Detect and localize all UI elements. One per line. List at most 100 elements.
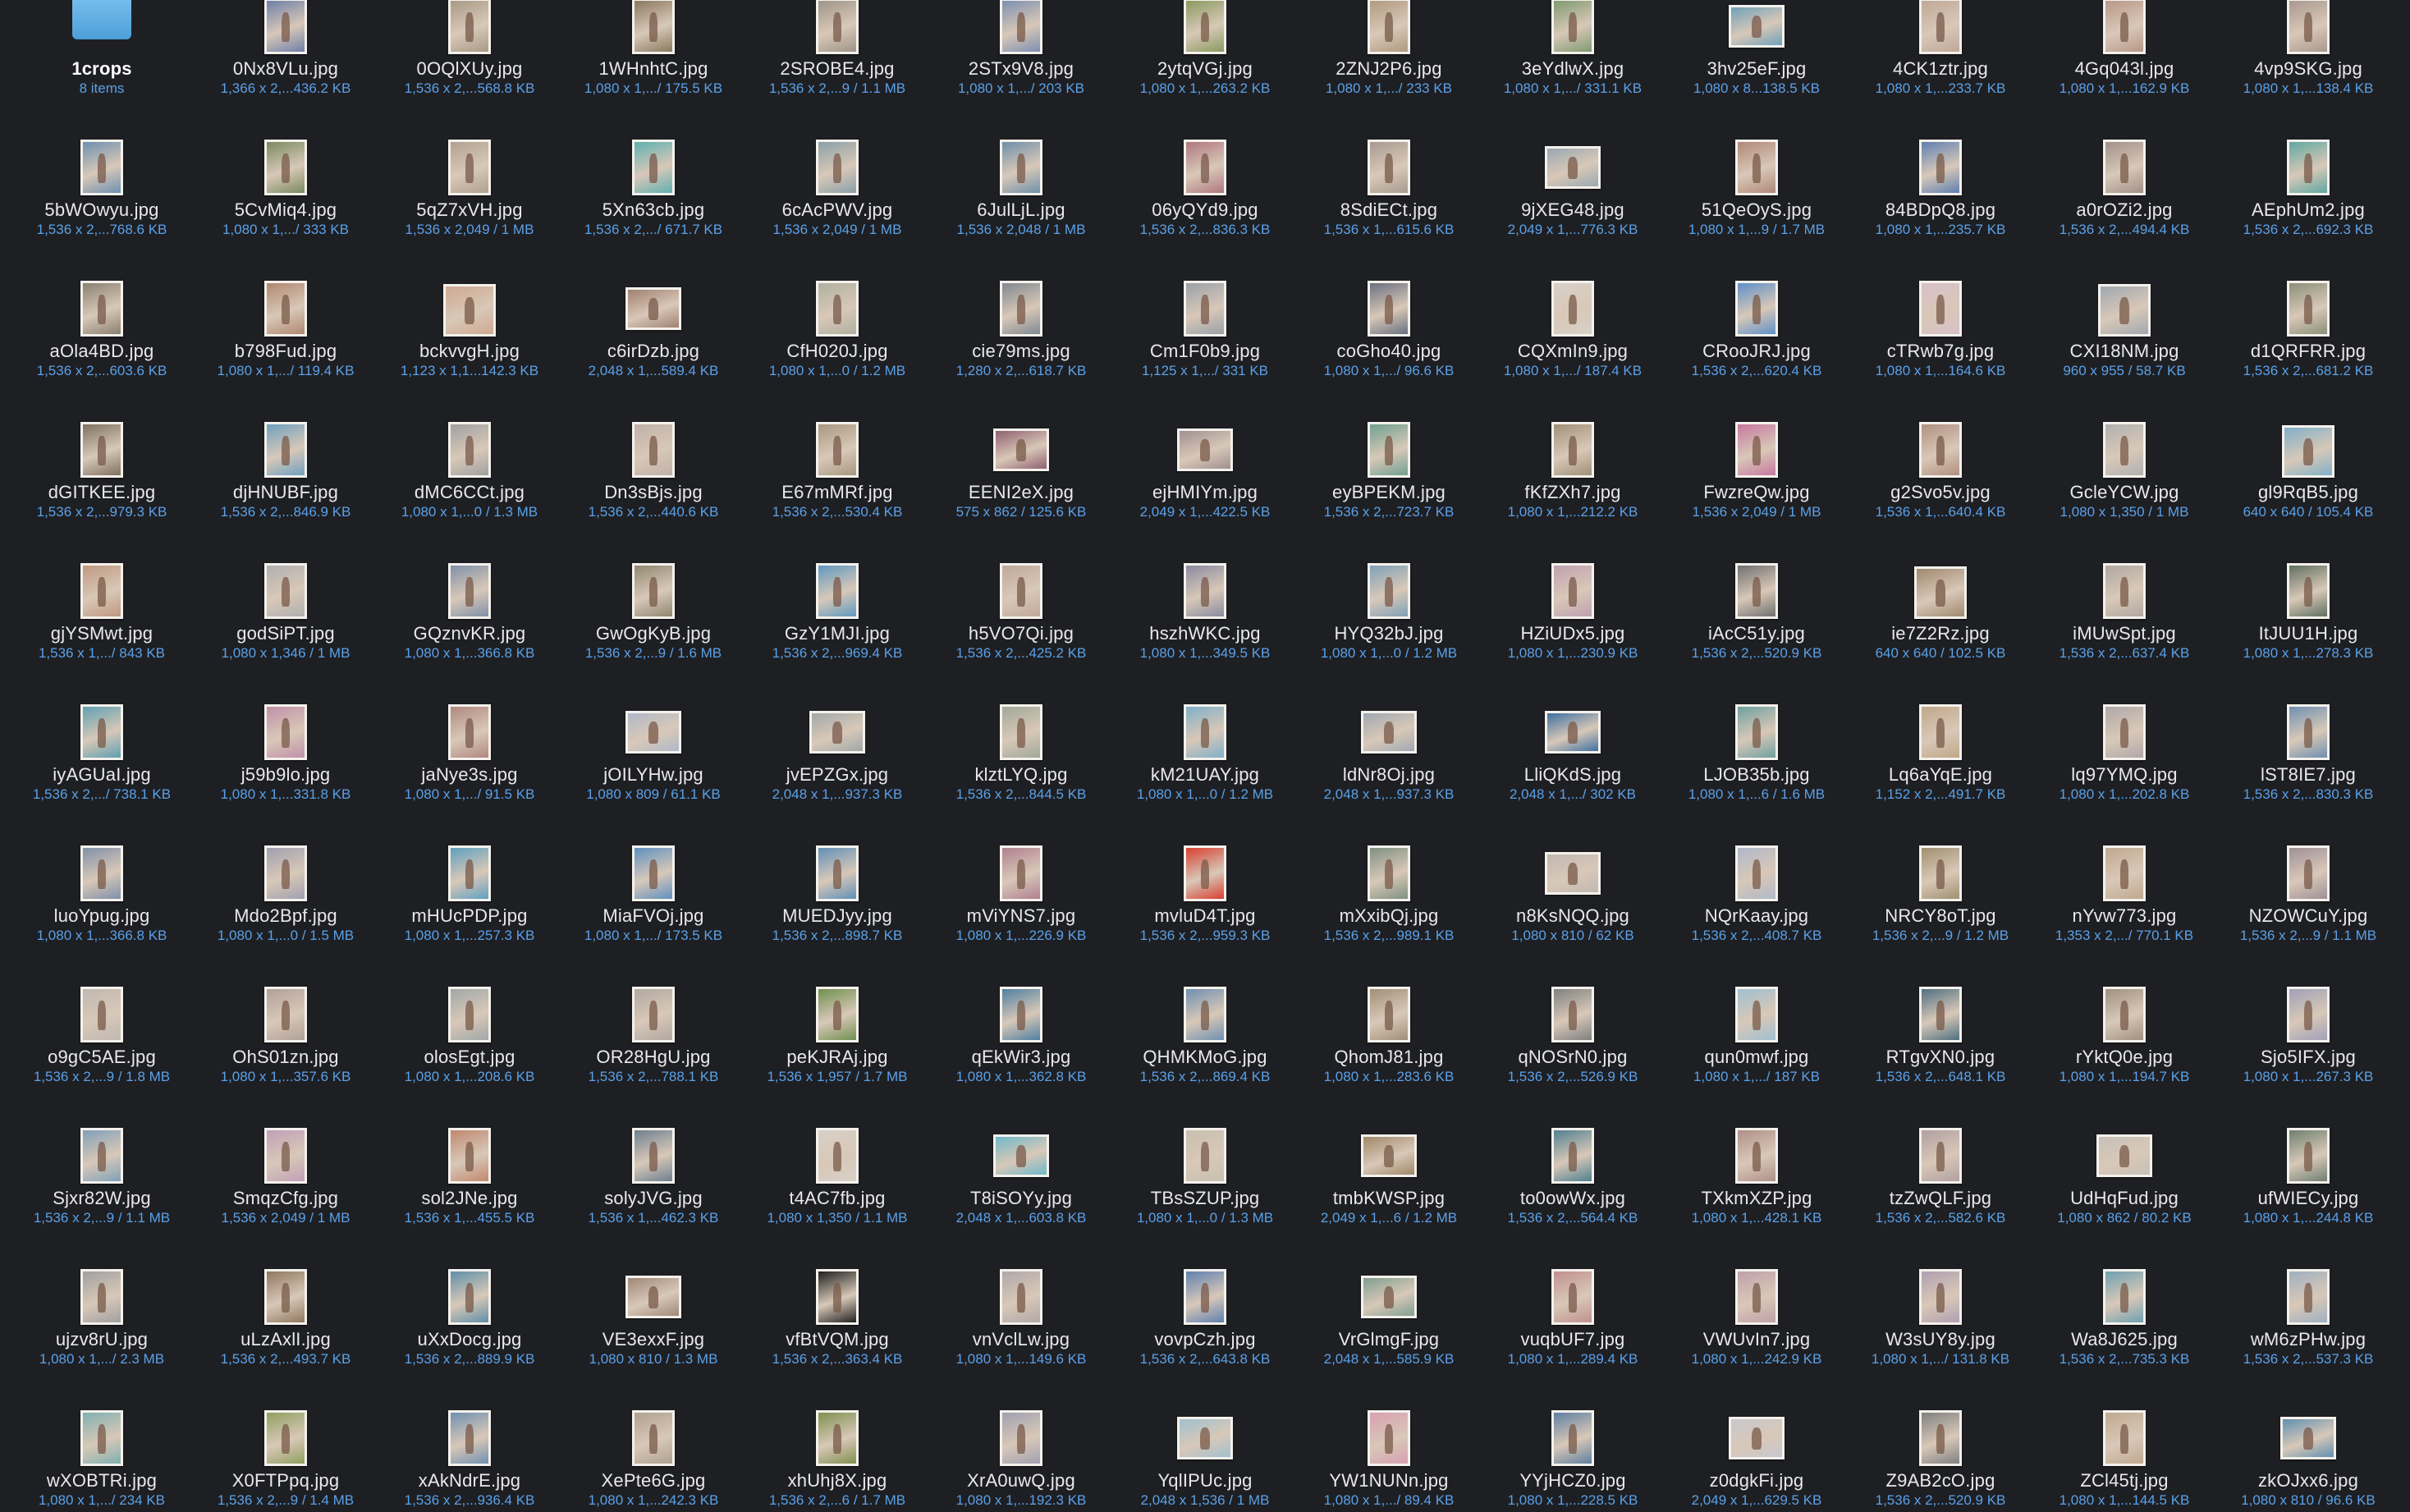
file-item[interactable]: NRCY8oT.jpg 1,536 x 2,...9 / 1.2 MB (1849, 806, 2032, 947)
file-item[interactable]: YqlIPUc.jpg 2,048 x 1,536 / 1 MB (1113, 1371, 1297, 1512)
file-item[interactable]: RTgvXN0.jpg 1,536 x 2,...648.1 KB (1849, 947, 2032, 1088)
file-item[interactable]: Wa8J625.jpg 1,536 x 2,...735.3 KB (2032, 1230, 2216, 1371)
file-item[interactable]: mvluD4T.jpg 1,536 x 2,...959.3 KB (1113, 806, 1297, 947)
file-item[interactable]: tzZwQLF.jpg 1,536 x 2,...582.6 KB (1849, 1088, 2032, 1230)
file-item[interactable]: OR28HgU.jpg 1,536 x 2,...788.1 KB (561, 947, 745, 1088)
file-item[interactable]: nYvw773.jpg 1,353 x 2,.../ 770.1 KB (2032, 806, 2216, 947)
file-item[interactable]: gl9RqB5.jpg 640 x 640 / 105.4 KB (2216, 383, 2400, 524)
file-item[interactable]: QhomJ81.jpg 1,080 x 1,...283.6 KB (1297, 947, 1481, 1088)
file-item[interactable]: VWUvIn7.jpg 1,080 x 1,...242.9 KB (1665, 1230, 1849, 1371)
file-item[interactable]: vovpCzh.jpg 1,536 x 2,...643.8 KB (1113, 1230, 1297, 1371)
file-item[interactable]: TXkmXZP.jpg 1,080 x 1,...428.1 KB (1665, 1088, 1849, 1230)
file-item[interactable]: MUEDJyy.jpg 1,536 x 2,...898.7 KB (745, 806, 929, 947)
file-item[interactable]: klztLYQ.jpg 1,536 x 2,...844.5 KB (929, 665, 1113, 806)
file-item[interactable]: VE3exxF.jpg 1,080 x 810 / 1.3 MB (561, 1230, 745, 1371)
file-item[interactable]: coGho40.jpg 1,080 x 1,.../ 96.6 KB (1297, 241, 1481, 383)
file-item[interactable]: djHNUBF.jpg 1,536 x 2,...846.9 KB (194, 383, 378, 524)
file-item[interactable]: CQXmIn9.jpg 1,080 x 1,.../ 187.4 KB (1481, 241, 1665, 383)
file-item[interactable]: z0dgkFi.jpg 2,049 x 1,...629.5 KB (1665, 1371, 1849, 1512)
file-item[interactable]: bckvvgH.jpg 1,123 x 1,1...142.3 KB (378, 241, 561, 383)
file-item[interactable]: 4vp9SKG.jpg 1,080 x 1,...138.4 KB (2216, 0, 2400, 100)
file-item[interactable]: olosEgt.jpg 1,080 x 1,...208.6 KB (378, 947, 561, 1088)
file-item[interactable]: HZiUDx5.jpg 1,080 x 1,...230.9 KB (1481, 524, 1665, 665)
file-item[interactable]: NQrKaay.jpg 1,536 x 2,...408.7 KB (1665, 806, 1849, 947)
file-item[interactable]: YYjHCZ0.jpg 1,080 x 1,...228.5 KB (1481, 1371, 1665, 1512)
file-item[interactable]: xhUhj8X.jpg 1,536 x 2,...6 / 1.7 MB (745, 1371, 929, 1512)
file-item[interactable]: jOILYHw.jpg 1,080 x 809 / 61.1 KB (561, 665, 745, 806)
file-item[interactable]: 84BDpQ8.jpg 1,080 x 1,...235.7 KB (1849, 100, 2032, 241)
file-item[interactable]: 5CvMiq4.jpg 1,080 x 1,.../ 333 KB (194, 100, 378, 241)
folder-item-1crops[interactable]: 1crops 8 items (10, 0, 194, 100)
file-item[interactable]: mViYNS7.jpg 1,080 x 1,...226.9 KB (929, 806, 1113, 947)
file-item[interactable]: dMC6CCt.jpg 1,080 x 1,...0 / 1.3 MB (378, 383, 561, 524)
file-item[interactable]: AEphUm2.jpg 1,536 x 2,...692.3 KB (2216, 100, 2400, 241)
file-item[interactable]: W3sUY8y.jpg 1,080 x 1,.../ 131.8 KB (1849, 1230, 2032, 1371)
file-item[interactable]: Z9AB2cO.jpg 1,536 x 2,...520.9 KB (1849, 1371, 2032, 1512)
file-item[interactable]: 06yQYd9.jpg 1,536 x 2,...836.3 KB (1113, 100, 1297, 241)
file-item[interactable]: 3eYdlwX.jpg 1,080 x 1,.../ 331.1 KB (1481, 0, 1665, 100)
file-item[interactable]: LliQKdS.jpg 2,048 x 1,.../ 302 KB (1481, 665, 1665, 806)
file-item[interactable]: CfH020J.jpg 1,080 x 1,...0 / 1.2 MB (745, 241, 929, 383)
file-item[interactable]: 2STx9V8.jpg 1,080 x 1,.../ 203 KB (929, 0, 1113, 100)
file-item[interactable]: godSiPT.jpg 1,080 x 1,346 / 1 MB (194, 524, 378, 665)
file-item[interactable]: solyJVG.jpg 1,536 x 1,...462.3 KB (561, 1088, 745, 1230)
file-item[interactable]: VrGlmgF.jpg 2,048 x 1,...585.9 KB (1297, 1230, 1481, 1371)
file-item[interactable]: OhS01zn.jpg 1,080 x 1,...357.6 KB (194, 947, 378, 1088)
file-item[interactable]: zkOJxx6.jpg 1,080 x 810 / 96.6 KB (2216, 1371, 2400, 1512)
file-item[interactable]: GwOgKyB.jpg 1,536 x 2,...9 / 1.6 MB (561, 524, 745, 665)
file-item[interactable]: 2ytqVGj.jpg 1,080 x 1,...263.2 KB (1113, 0, 1297, 100)
file-item[interactable]: ZCl45tj.jpg 1,080 x 1,...144.5 KB (2032, 1371, 2216, 1512)
file-item[interactable]: FwzreQw.jpg 1,536 x 2,049 / 1 MB (1665, 383, 1849, 524)
file-item[interactable]: cie79ms.jpg 1,280 x 2,...618.7 KB (929, 241, 1113, 383)
file-item[interactable]: sol2JNe.jpg 1,536 x 1,...455.5 KB (378, 1088, 561, 1230)
file-item[interactable]: iMUwSpt.jpg 1,536 x 2,...637.4 KB (2032, 524, 2216, 665)
file-item[interactable]: mHUcPDP.jpg 1,080 x 1,...257.3 KB (378, 806, 561, 947)
file-item[interactable]: YW1NUNn.jpg 1,080 x 1,.../ 89.4 KB (1297, 1371, 1481, 1512)
file-item[interactable]: b798Fud.jpg 1,080 x 1,.../ 119.4 KB (194, 241, 378, 383)
file-item[interactable]: CRooJRJ.jpg 1,536 x 2,...620.4 KB (1665, 241, 1849, 383)
file-item[interactable]: 51QeOyS.jpg 1,080 x 1,...9 / 1.7 MB (1665, 100, 1849, 241)
file-item[interactable]: mXxibQj.jpg 1,536 x 2,...989.1 KB (1297, 806, 1481, 947)
file-item[interactable]: 5Xn63cb.jpg 1,536 x 2,.../ 671.7 KB (561, 100, 745, 241)
file-item[interactable]: 6cAcPWV.jpg 1,536 x 2,049 / 1 MB (745, 100, 929, 241)
file-item[interactable]: Lq6aYqE.jpg 1,152 x 2,...491.7 KB (1849, 665, 2032, 806)
file-item[interactable]: g2Svo5v.jpg 1,536 x 1,...640.4 KB (1849, 383, 2032, 524)
file-item[interactable]: ie7Z2Rz.jpg 640 x 640 / 102.5 KB (1849, 524, 2032, 665)
file-item[interactable]: 6JulLjL.jpg 1,536 x 2,048 / 1 MB (929, 100, 1113, 241)
file-item[interactable]: ItJUU1H.jpg 1,080 x 1,...278.3 KB (2216, 524, 2400, 665)
file-item[interactable]: qNOSrN0.jpg 1,536 x 2,...526.9 KB (1481, 947, 1665, 1088)
file-item[interactable]: vnVclLw.jpg 1,080 x 1,...149.6 KB (929, 1230, 1113, 1371)
file-item[interactable]: GzY1MJI.jpg 1,536 x 2,...969.4 KB (745, 524, 929, 665)
file-item[interactable]: ufWIECy.jpg 1,080 x 1,...244.8 KB (2216, 1088, 2400, 1230)
file-item[interactable]: EENI2eX.jpg 575 x 862 / 125.6 KB (929, 383, 1113, 524)
file-item[interactable]: fKfZXh7.jpg 1,080 x 1,...212.2 KB (1481, 383, 1665, 524)
file-item[interactable]: 0OQlXUy.jpg 1,536 x 2,...568.8 KB (378, 0, 561, 100)
file-item[interactable]: MiaFVOj.jpg 1,080 x 1,.../ 173.5 KB (561, 806, 745, 947)
file-item[interactable]: 5qZ7xVH.jpg 1,536 x 2,049 / 1 MB (378, 100, 561, 241)
file-item[interactable]: xAkNdrE.jpg 1,536 x 2,...936.4 KB (378, 1371, 561, 1512)
file-item[interactable]: tmbKWSP.jpg 2,049 x 1,...6 / 1.2 MB (1297, 1088, 1481, 1230)
file-item[interactable]: 4Gq043l.jpg 1,080 x 1,...162.9 KB (2032, 0, 2216, 100)
file-item[interactable]: GQznvKR.jpg 1,080 x 1,...366.8 KB (378, 524, 561, 665)
file-item[interactable]: TBsSZUP.jpg 1,080 x 1,...0 / 1.3 MB (1113, 1088, 1297, 1230)
file-item[interactable]: qEkWir3.jpg 1,080 x 1,...362.8 KB (929, 947, 1113, 1088)
file-item[interactable]: wXOBTRi.jpg 1,080 x 1,.../ 234 KB (10, 1371, 194, 1512)
file-item[interactable]: n8KsNQQ.jpg 1,080 x 810 / 62 KB (1481, 806, 1665, 947)
file-item[interactable]: 2SROBE4.jpg 1,536 x 2,...9 / 1.1 MB (745, 0, 929, 100)
file-item[interactable]: 5bWOwyu.jpg 1,536 x 2,...768.6 KB (10, 100, 194, 241)
file-item[interactable]: uLzAxlI.jpg 1,536 x 2,...493.7 KB (194, 1230, 378, 1371)
file-item[interactable]: SmqzCfg.jpg 1,536 x 2,049 / 1 MB (194, 1088, 378, 1230)
file-item[interactable]: UdHqFud.jpg 1,080 x 862 / 80.2 KB (2032, 1088, 2216, 1230)
file-item[interactable]: QHMKMoG.jpg 1,536 x 2,...869.4 KB (1113, 947, 1297, 1088)
file-item[interactable]: 4CK1ztr.jpg 1,080 x 1,...233.7 KB (1849, 0, 2032, 100)
file-item[interactable]: GcleYCW.jpg 1,080 x 1,350 / 1 MB (2032, 383, 2216, 524)
file-item[interactable]: luoYpug.jpg 1,080 x 1,...366.8 KB (10, 806, 194, 947)
file-item[interactable]: to0owWx.jpg 1,536 x 2,...564.4 KB (1481, 1088, 1665, 1230)
file-item[interactable]: XePte6G.jpg 1,080 x 1,...242.3 KB (561, 1371, 745, 1512)
file-item[interactable]: vuqbUF7.jpg 1,080 x 1,...289.4 KB (1481, 1230, 1665, 1371)
file-item[interactable]: 9jXEG48.jpg 2,049 x 1,...776.3 KB (1481, 100, 1665, 241)
file-item[interactable]: eyBPEKM.jpg 1,536 x 2,...723.7 KB (1297, 383, 1481, 524)
file-item[interactable]: LJOB35b.jpg 1,080 x 1,...6 / 1.6 MB (1665, 665, 1849, 806)
file-item[interactable]: jvEPZGx.jpg 2,048 x 1,...937.3 KB (745, 665, 929, 806)
file-item[interactable]: lq97YMQ.jpg 1,080 x 1,...202.8 KB (2032, 665, 2216, 806)
